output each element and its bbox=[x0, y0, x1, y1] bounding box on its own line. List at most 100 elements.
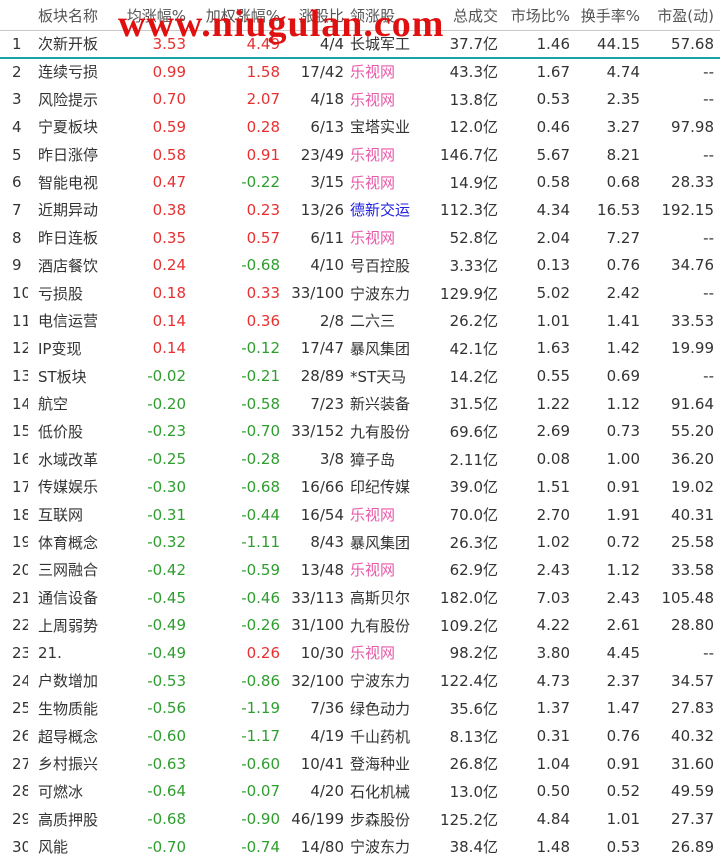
sector-name: IP变现 bbox=[38, 339, 82, 358]
table-row[interactable]: 17 传媒娱乐 -0.30 -0.68 16/66 印纪传媒 39.0亿 1.51 0.91 19… bbox=[0, 473, 720, 501]
turnover-rate: 2.42 bbox=[606, 284, 640, 303]
table-row[interactable]: 6 智能电视 0.47 -0.22 3/15 乐视网 14.9亿 0.58 0.68 28.33 bbox=[0, 168, 720, 196]
avg-change: -0.49 bbox=[147, 616, 186, 635]
total-volume: 98.2亿 bbox=[449, 644, 498, 663]
up-ratio: 7/23 bbox=[310, 394, 344, 413]
header-pe-ratio[interactable]: 市盈(动) bbox=[640, 5, 720, 26]
pe-ratio: 55.20 bbox=[671, 422, 714, 441]
table-row[interactable]: 27 乡村振兴 -0.63 -0.60 10/41 登海种业 26.8亿 1.04 0.91 31… bbox=[0, 750, 720, 778]
table-row[interactable]: 30 风能 -0.70 -0.74 14/80 宁波东力 38.4亿 1.48 0.53 26.8… bbox=[0, 833, 720, 861]
sector-table-body: 1 次新开板 3.53 4.49 4/4 长城军工 37.7亿 1.46 44.15 57.68 2… bbox=[0, 30, 720, 861]
header-sector-name[interactable]: 板块名称 bbox=[28, 5, 108, 26]
total-volume: 14.2亿 bbox=[449, 367, 498, 386]
total-volume: 69.6亿 bbox=[449, 422, 498, 441]
pe-ratio: 27.83 bbox=[671, 699, 714, 718]
leading-stock: 乐视网 bbox=[350, 63, 396, 82]
row-index: 25 bbox=[12, 699, 28, 718]
sector-name: 电信运营 bbox=[38, 312, 99, 331]
market-share: 0.55 bbox=[536, 367, 570, 386]
total-volume: 42.1亿 bbox=[449, 339, 498, 358]
row-index: 14 bbox=[12, 394, 28, 413]
table-row[interactable]: 12 IP变现 0.14 -0.12 17/47 暴风集团 42.1亿 1.63 1.42 19.… bbox=[0, 335, 720, 363]
turnover-rate: 4.74 bbox=[606, 62, 640, 81]
table-row[interactable]: 21 通信设备 -0.45 -0.46 33/113 高斯贝尔 182.0亿 7.03 2.43… bbox=[0, 584, 720, 612]
table-row[interactable]: 23 21. -0.49 0.26 10/30 乐视网 98.2亿 3.80 4.45 -- bbox=[0, 639, 720, 667]
weighted-change: -0.59 bbox=[241, 560, 280, 579]
table-row[interactable]: 5 昨日涨停 0.58 0.91 23/49 乐视网 146.7亿 5.67 8.21 -- bbox=[0, 141, 720, 169]
table-row[interactable]: 24 户数增加 -0.53 -0.86 32/100 宁波东力 122.4亿 4.73 2.37… bbox=[0, 667, 720, 695]
table-row[interactable]: 29 高质押股 -0.68 -0.90 46/199 步森股份 125.2亿 4.84 1.01… bbox=[0, 805, 720, 833]
leading-stock: 宁波东力 bbox=[350, 284, 411, 303]
table-row[interactable]: 3 风险提示 0.70 2.07 4/18 乐视网 13.8亿 0.53 2.35 -- bbox=[0, 85, 720, 113]
weighted-change: -0.21 bbox=[241, 367, 280, 386]
leading-stock: 乐视网 bbox=[350, 506, 396, 525]
row-index: 24 bbox=[12, 671, 28, 690]
total-volume: 38.4亿 bbox=[449, 838, 498, 857]
avg-change: -0.45 bbox=[147, 588, 186, 607]
sector-name: 酒店餐饮 bbox=[38, 256, 99, 275]
table-row[interactable]: 8 昨日连板 0.35 0.57 6/11 乐视网 52.8亿 2.04 7.27 -- bbox=[0, 224, 720, 252]
total-volume: 13.0亿 bbox=[449, 782, 498, 801]
up-ratio: 4/18 bbox=[310, 90, 344, 109]
table-row[interactable]: 4 宁夏板块 0.59 0.28 6/13 宝塔实业 12.0亿 0.46 3.27 97.98 bbox=[0, 113, 720, 141]
header-total-volume[interactable]: 总成交 bbox=[438, 5, 498, 26]
table-row[interactable]: 16 水域改革 -0.25 -0.28 3/8 獐子岛 2.11亿 0.08 1.00 36.20 bbox=[0, 445, 720, 473]
leading-stock: 印纪传媒 bbox=[350, 478, 411, 497]
total-volume: 112.3亿 bbox=[440, 201, 498, 220]
turnover-rate: 2.37 bbox=[606, 671, 640, 690]
table-row[interactable]: 14 航空 -0.20 -0.58 7/23 新兴装备 31.5亿 1.22 1.12 91.64 bbox=[0, 390, 720, 418]
pe-ratio: -- bbox=[703, 90, 714, 109]
table-row[interactable]: 11 电信运营 0.14 0.36 2/8 二六三 26.2亿 1.01 1.41 33.53 bbox=[0, 307, 720, 335]
table-row[interactable]: 26 超导概念 -0.60 -1.17 4/19 千山药机 8.13亿 0.31 0.76 40.… bbox=[0, 722, 720, 750]
header-turnover-rate[interactable]: 换手率% bbox=[570, 5, 640, 26]
avg-change: 0.14 bbox=[152, 311, 186, 330]
total-volume: 26.8亿 bbox=[449, 755, 498, 774]
header-market-share[interactable]: 市场比% bbox=[498, 5, 570, 26]
leading-stock: 石化机械 bbox=[350, 782, 411, 801]
weighted-change: 0.28 bbox=[246, 117, 280, 136]
table-row[interactable]: 7 近期异动 0.38 0.23 13/26 德新交运 112.3亿 4.34 16.53 192… bbox=[0, 196, 720, 224]
pe-ratio: -- bbox=[703, 228, 714, 247]
avg-change: 0.58 bbox=[152, 145, 186, 164]
table-row[interactable]: 28 可燃冰 -0.64 -0.07 4/20 石化机械 13.0亿 0.50 0.52 49.5… bbox=[0, 778, 720, 806]
table-row[interactable]: 20 三网融合 -0.42 -0.59 13/48 乐视网 62.9亿 2.43 1.12 33.… bbox=[0, 556, 720, 584]
row-index: 19 bbox=[12, 533, 28, 552]
up-ratio: 14/80 bbox=[300, 837, 344, 856]
row-index: 17 bbox=[12, 477, 28, 496]
leading-stock: 高斯贝尔 bbox=[350, 589, 411, 608]
table-row[interactable]: 22 上周弱势 -0.49 -0.26 31/100 九有股份 109.2亿 4.22 2.61… bbox=[0, 611, 720, 639]
table-row[interactable]: 10 亏损股 0.18 0.33 33/100 宁波东力 129.9亿 5.02 2.42 -- bbox=[0, 279, 720, 307]
table-row[interactable]: 25 生物质能 -0.56 -1.19 7/36 绿色动力 35.6亿 1.37 1.47 27.… bbox=[0, 695, 720, 723]
pe-ratio: 28.33 bbox=[671, 173, 714, 192]
table-row[interactable]: 13 ST板块 -0.02 -0.21 28/89 *ST天马 14.2亿 0.55 0.69 -… bbox=[0, 362, 720, 390]
table-row[interactable]: 19 体育概念 -0.32 -1.11 8/43 暴风集团 26.3亿 1.02 0.72 25.… bbox=[0, 528, 720, 556]
market-share: 5.67 bbox=[536, 145, 570, 164]
table-row[interactable]: 15 低价股 -0.23 -0.70 33/152 九有股份 69.6亿 2.69 0.73 55… bbox=[0, 418, 720, 446]
turnover-rate: 1.12 bbox=[606, 560, 640, 579]
sector-name: 风能 bbox=[38, 838, 69, 857]
market-share: 1.22 bbox=[536, 394, 570, 413]
sector-name: 通信设备 bbox=[38, 589, 99, 608]
avg-change: -0.20 bbox=[147, 394, 186, 413]
turnover-rate: 3.27 bbox=[606, 117, 640, 136]
turnover-rate: 1.47 bbox=[606, 699, 640, 718]
up-ratio: 17/47 bbox=[300, 339, 344, 358]
turnover-rate: 1.01 bbox=[606, 810, 640, 829]
leading-stock: 獐子岛 bbox=[350, 450, 396, 469]
avg-change: -0.70 bbox=[147, 837, 186, 856]
sector-name: 超导概念 bbox=[38, 727, 99, 746]
row-index: 16 bbox=[12, 450, 28, 469]
sector-name: 低价股 bbox=[38, 422, 84, 441]
up-ratio: 46/199 bbox=[291, 810, 344, 829]
up-ratio: 13/26 bbox=[300, 200, 344, 219]
leading-stock: 乐视网 bbox=[350, 229, 396, 248]
market-share: 1.01 bbox=[536, 311, 570, 330]
weighted-change: -0.70 bbox=[241, 422, 280, 441]
selected-row-underline bbox=[0, 57, 720, 59]
row-index: 3 bbox=[12, 90, 22, 109]
leading-stock: 绿色动力 bbox=[350, 699, 411, 718]
table-row[interactable]: 2 连续亏损 0.99 1.58 17/42 乐视网 43.3亿 1.67 4.74 -- bbox=[0, 58, 720, 86]
table-row[interactable]: 9 酒店餐饮 0.24 -0.68 4/10 号百控股 3.33亿 0.13 0.76 34.76 bbox=[0, 252, 720, 280]
table-row[interactable]: 18 互联网 -0.31 -0.44 16/54 乐视网 70.0亿 2.70 1.91 40.3… bbox=[0, 501, 720, 529]
turnover-rate: 0.91 bbox=[606, 477, 640, 496]
